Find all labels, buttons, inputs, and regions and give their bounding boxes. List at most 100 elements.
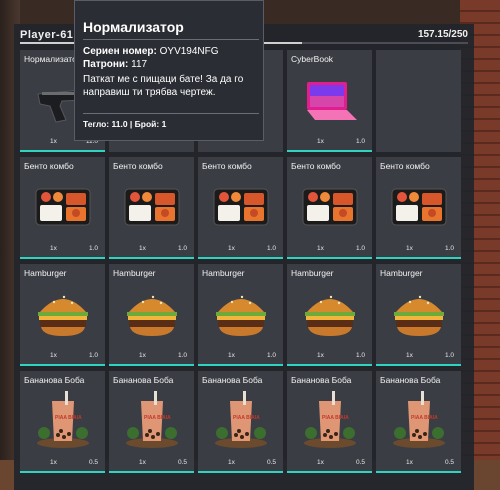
inventory-slot[interactable]: Бенто комбо 1x 1.0 (287, 157, 372, 259)
item-tooltip: Нормализатор Сериен номер: OYV194NFG Пат… (74, 0, 264, 141)
boba-icon: PIAA BIAIA (388, 389, 450, 451)
inventory-slot[interactable]: Hamburger 1x 1.0 (376, 264, 461, 366)
slot-item-name: Hamburger (202, 268, 245, 278)
tooltip-description: Паткат ме с пищаци бате! За да го направ… (83, 74, 244, 98)
inventory-slot[interactable]: Бенто комбо 1x 1.0 (376, 157, 461, 259)
slot-weight: 0.5 (355, 459, 365, 466)
inventory-slot[interactable] (376, 50, 461, 152)
cup-label: PIAA BIAIA (233, 415, 260, 421)
inventory-slot[interactable]: Hamburger 1x 1.0 (109, 264, 194, 366)
inventory-slot[interactable]: Бананова Боба PIAA BIAIA 1x 0.5 (198, 371, 283, 473)
slot-weight: 1.0 (355, 245, 365, 252)
slot-durability-bar (376, 257, 461, 259)
slot-durability-bar (198, 364, 283, 366)
bento-icon (299, 175, 361, 237)
slot-quantity: 1x (406, 245, 413, 252)
boba-icon: PIAA BIAIA (210, 389, 272, 451)
slot-durability-bar (20, 150, 105, 152)
inventory-weight: 157.15/250 (417, 29, 468, 40)
slot-weight: 1.0 (88, 245, 98, 252)
slot-durability-bar (109, 257, 194, 259)
slot-quantity: 1x (50, 138, 57, 145)
slot-durability-bar (287, 257, 372, 259)
slot-quantity: 1x (228, 459, 235, 466)
slot-weight: 1.0 (88, 352, 98, 359)
tooltip-footer: Тегло: 11.0 | Брой: 1 (83, 119, 167, 129)
inventory-slot[interactable]: Бананова Боба PIAA BIAIA 1x 0.5 (20, 371, 105, 473)
slot-durability-bar (376, 364, 461, 366)
slot-item-name: Бананова Боба (113, 375, 174, 385)
inventory-slot[interactable]: Hamburger 1x 1.0 (20, 264, 105, 366)
slot-quantity: 1x (50, 459, 57, 466)
slot-weight: 1.0 (177, 245, 187, 252)
inventory-slot[interactable]: Hamburger 1x 1.0 (198, 264, 283, 366)
slot-durability-bar (287, 364, 372, 366)
slot-weight: 1.0 (444, 352, 454, 359)
slot-durability-bar (198, 257, 283, 259)
slot-item-name: Hamburger (113, 268, 156, 278)
burger-icon (121, 282, 183, 344)
slot-item-name: Hamburger (380, 268, 423, 278)
boba-icon: PIAA BIAIA (299, 389, 361, 451)
slot-weight: 1.0 (355, 352, 365, 359)
inventory-slot[interactable]: Бананова Боба PIAA BIAIA 1x 0.5 (109, 371, 194, 473)
cup-label: PIAA BIAIA (411, 415, 438, 421)
slot-quantity: 1x (228, 352, 235, 359)
inventory-slot[interactable]: Бананова Боба PIAA BIAIA 1x 0.5 (376, 371, 461, 473)
slot-item-name: Бенто комбо (202, 161, 252, 171)
burger-icon (210, 282, 272, 344)
inventory-slot[interactable]: Hamburger 1x 1.0 (287, 264, 372, 366)
slot-weight: 1.0 (177, 352, 187, 359)
slot-quantity: 1x (406, 459, 413, 466)
slot-quantity: 1x (139, 352, 146, 359)
slot-quantity: 1x (139, 459, 146, 466)
slot-item-name: Hamburger (291, 268, 334, 278)
burger-icon (32, 282, 94, 344)
tooltip-serial: Сериен номер: OYV194NFG (83, 46, 219, 57)
slot-weight: 0.5 (177, 459, 187, 466)
slot-quantity: 1x (317, 459, 324, 466)
tooltip-divider (83, 113, 259, 114)
slot-durability-bar (20, 364, 105, 366)
slot-weight: 1.0 (355, 138, 365, 145)
slot-item-name: Бенто комбо (380, 161, 430, 171)
player-name: Player-61 (20, 29, 74, 41)
slot-quantity: 1x (317, 138, 324, 145)
slot-durability-bar (20, 471, 105, 473)
slot-quantity: 1x (317, 352, 324, 359)
slot-weight: 1.0 (266, 245, 276, 252)
inventory-slot[interactable]: Бенто комбо 1x 1.0 (198, 157, 283, 259)
inventory-slot[interactable]: Бананова Боба PIAA BIAIA 1x 0.5 (287, 371, 372, 473)
bento-icon (210, 175, 272, 237)
slot-weight: 0.5 (88, 459, 98, 466)
slot-durability-bar (287, 471, 372, 473)
tooltip-divider (83, 39, 259, 40)
boba-icon: PIAA BIAIA (121, 389, 183, 451)
burger-icon (388, 282, 450, 344)
slot-weight: 0.5 (266, 459, 276, 466)
cup-label: PIAA BIAIA (322, 415, 349, 421)
slot-weight: 0.5 (444, 459, 454, 466)
slot-item-name: Бананова Боба (380, 375, 441, 385)
cup-label: PIAA BIAIA (55, 415, 82, 421)
slot-item-name: Hamburger (24, 268, 67, 278)
boba-icon: PIAA BIAIA (32, 389, 94, 451)
slot-item-name: Нормализатор (24, 54, 82, 64)
tooltip-ammo: Патрони: 117 (83, 59, 148, 70)
slot-quantity: 1x (50, 352, 57, 359)
inventory-slot[interactable]: CyberBook 1x 1.0 (287, 50, 372, 152)
slot-durability-bar (287, 150, 372, 152)
bento-icon (121, 175, 183, 237)
slot-quantity: 1x (228, 245, 235, 252)
slot-item-name: Бананова Боба (24, 375, 85, 385)
slot-quantity: 1x (50, 245, 57, 252)
laptop-icon (299, 68, 361, 130)
bento-icon (32, 175, 94, 237)
slot-item-name: Бенто комбо (24, 161, 74, 171)
inventory-slot[interactable]: Бенто комбо 1x 1.0 (109, 157, 194, 259)
slot-durability-bar (376, 471, 461, 473)
slot-item-name: CyberBook (291, 54, 334, 64)
slot-durability-bar (109, 471, 194, 473)
slot-quantity: 1x (317, 245, 324, 252)
inventory-slot[interactable]: Бенто комбо 1x 1.0 (20, 157, 105, 259)
